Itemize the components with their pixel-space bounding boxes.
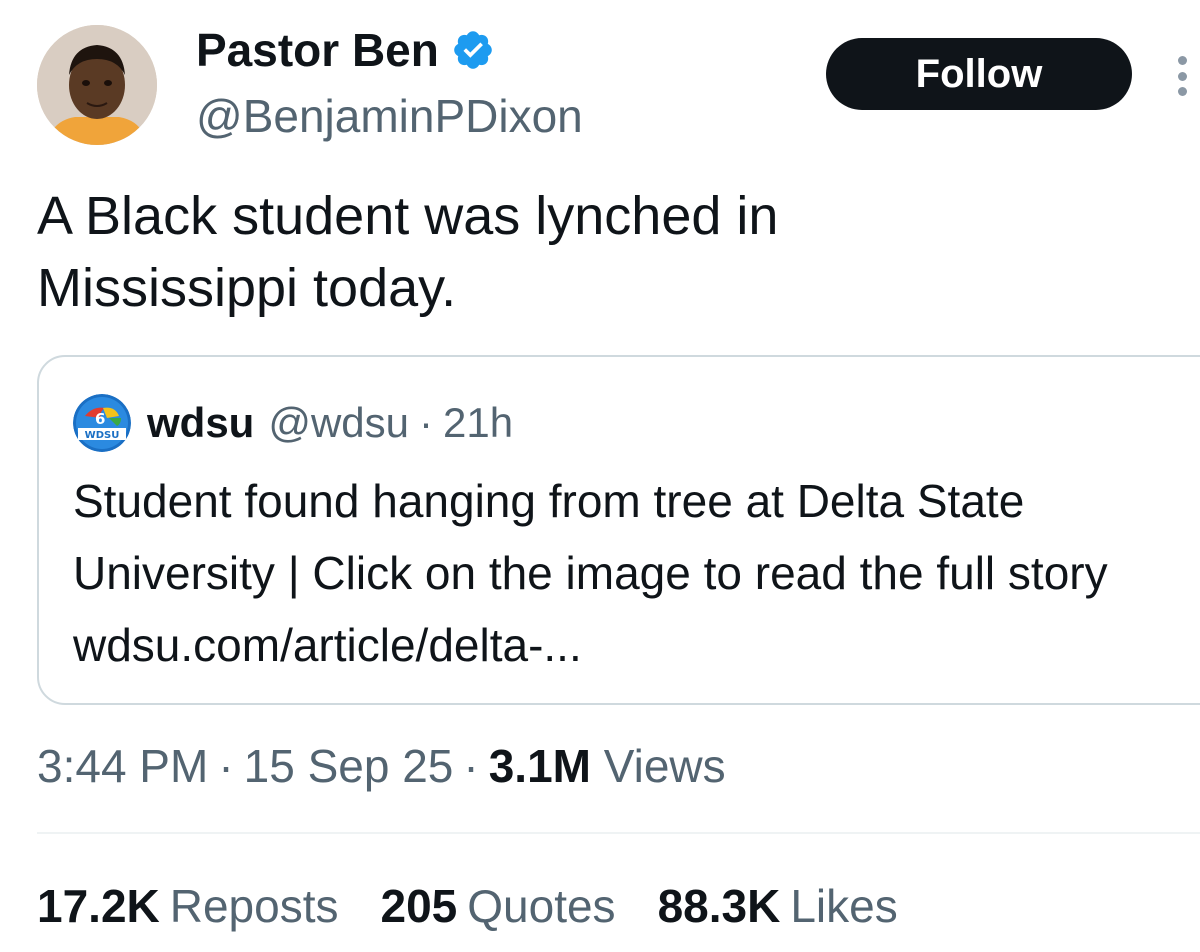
quoted-timestamp[interactable]: 21h [443,399,513,447]
quotes-label: Quotes [467,880,616,932]
divider [37,832,1200,834]
post-date[interactable]: 15 Sep 25 [244,740,454,792]
quoted-author-handle[interactable]: @wdsu [268,399,409,447]
quoted-tweet-card[interactable]: 6 WDSU wdsu @wdsu · 21h Student found ha… [37,355,1200,705]
wdsu-logo-icon[interactable]: 6 WDSU [73,394,131,452]
separator-dot: · [463,740,479,792]
reposts-stat[interactable]: 17.2K Reposts [37,876,339,936]
separator-dot: · [419,399,434,446]
separator-dot: · [218,740,234,792]
quoted-tweet-text: Student found hanging from tree at Delta… [73,475,1108,671]
svg-text:6: 6 [95,410,105,428]
more-dot [1177,87,1187,96]
views-count: 3.1M [488,740,591,792]
reposts-count: 17.2K [37,880,160,932]
likes-count: 88.3K [657,880,781,932]
tweet-metadata: 3:44 PM · 15 Sep 25 · 3.1M Views [37,738,726,794]
quotes-count: 205 [380,880,458,932]
likes-label: Likes [790,880,898,932]
verified-badge-icon [451,28,495,72]
more-options-icon[interactable] [1168,56,1196,96]
post-time[interactable]: 3:44 PM [37,740,208,792]
tweet-text: A Black student was lynched in Mississip… [37,186,779,318]
author-handle[interactable]: @BenjaminPDixon [196,88,583,144]
more-dot [1177,56,1187,65]
reposts-label: Reposts [169,880,339,932]
author-name-text[interactable]: Pastor Ben [196,22,439,78]
avatar[interactable] [37,25,157,145]
quotes-stat[interactable]: 205 Quotes [381,876,616,936]
follow-button[interactable]: Follow [826,38,1132,110]
author-display-name[interactable]: Pastor Ben [196,22,495,78]
views-label: Views [603,740,726,792]
more-dot [1177,71,1187,81]
quoted-tweet-header: 6 WDSU wdsu @wdsu · 21h [73,394,513,452]
likes-stat[interactable]: 88.3K Likes [658,876,898,936]
engagement-stats: 17.2K Reposts 205 Quotes 88.3K Likes [37,876,940,936]
logo-text: WDSU [85,430,120,441]
quoted-author-name[interactable]: wdsu [147,399,254,447]
